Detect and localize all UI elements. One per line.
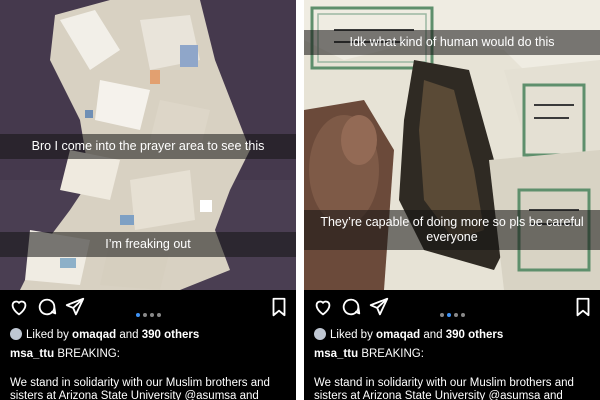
likes-joiner: and: [423, 329, 443, 341]
caption-header: msa_ttu BREAKING:: [10, 348, 120, 360]
carousel-dot: [142, 312, 147, 317]
likes-line: Liked by omaqad and 390 others: [10, 327, 199, 343]
liked-by-user[interactable]: omaqad: [72, 329, 116, 341]
story-caption-2: They’re capable of doing more so pls be …: [304, 210, 600, 250]
caption-body: We stand in solidarity with our Muslim b…: [314, 377, 574, 400]
carousel-indicator: [304, 306, 600, 324]
instagram-post-right: Idk what kind of human would do this The…: [304, 0, 600, 400]
caption-body: We stand in solidarity with our Muslim b…: [10, 377, 270, 400]
carousel-dot: [460, 312, 465, 317]
post-username[interactable]: msa_ttu: [314, 348, 358, 360]
likes-count[interactable]: 390 others: [142, 329, 200, 341]
likes-prefix: Liked by: [26, 329, 69, 341]
likes-line: Liked by omaqad and 390 others: [314, 327, 503, 343]
carousel-indicator: [0, 306, 296, 324]
story-caption-1: Bro I come into the prayer area to see t…: [0, 134, 296, 159]
caption-header: msa_ttu BREAKING:: [314, 348, 424, 360]
carousel-dot: [135, 312, 140, 317]
carousel-dot: [149, 312, 154, 317]
instagram-post-left: Bro I come into the prayer area to see t…: [0, 0, 296, 400]
caption-headline: BREAKING:: [57, 348, 120, 360]
post-username[interactable]: msa_ttu: [10, 348, 54, 360]
avatar[interactable]: [10, 328, 22, 340]
likes-prefix: Liked by: [330, 329, 373, 341]
avatar[interactable]: [314, 328, 326, 340]
carousel-dot: [453, 312, 458, 317]
likes-count[interactable]: 390 others: [446, 329, 504, 341]
liked-by-user[interactable]: omaqad: [376, 329, 420, 341]
story-caption-2: I’m freaking out: [0, 232, 296, 257]
likes-joiner: and: [119, 329, 139, 341]
story-caption-1: Idk what kind of human would do this: [304, 30, 600, 55]
carousel-dot: [439, 312, 444, 317]
carousel-dot: [446, 312, 451, 317]
carousel-dot: [156, 312, 161, 317]
caption-headline: BREAKING:: [361, 348, 424, 360]
